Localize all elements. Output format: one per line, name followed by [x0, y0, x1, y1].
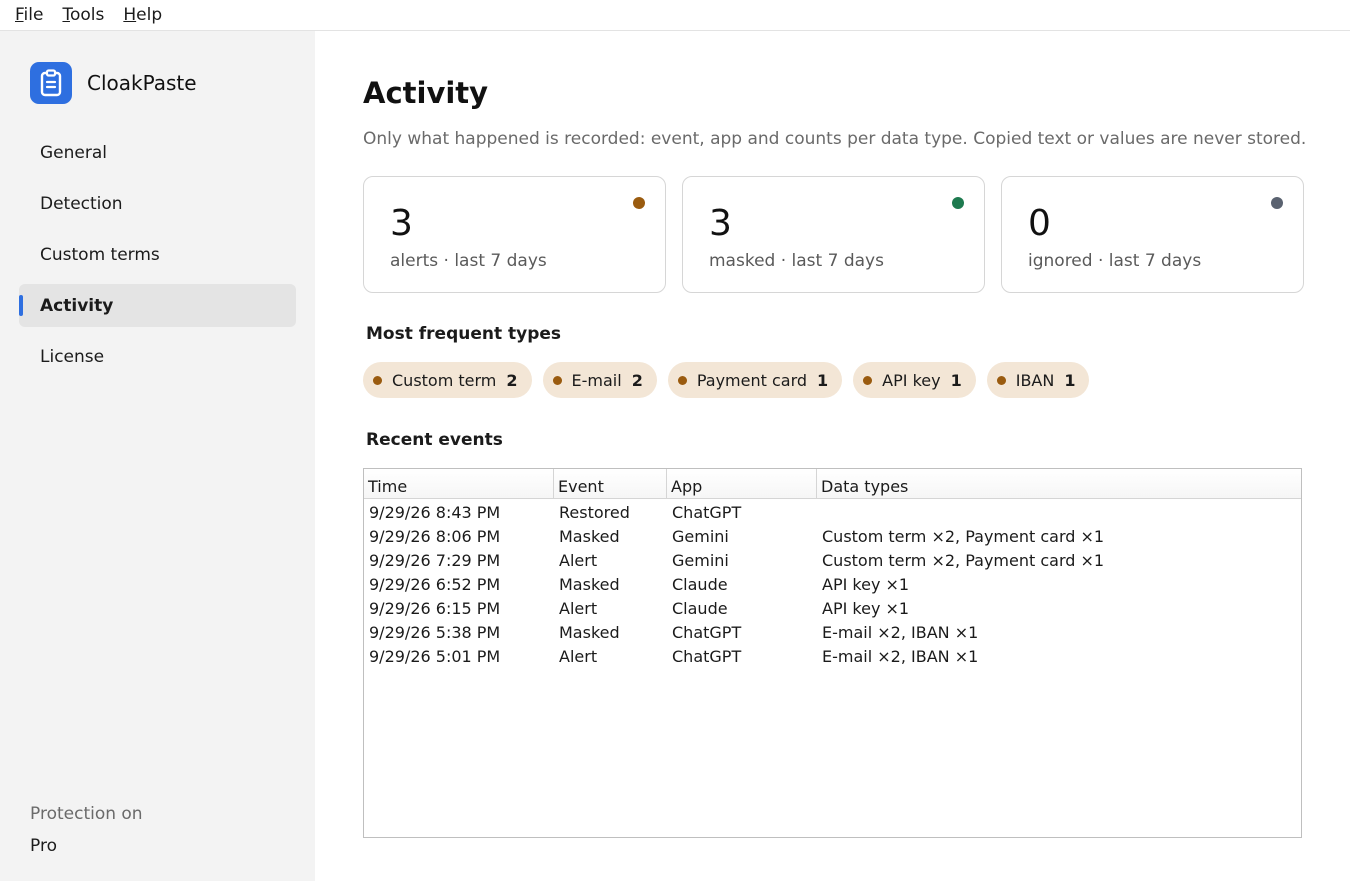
menu-bar: File Tools Help: [0, 0, 1350, 31]
page-title: Activity: [363, 76, 489, 110]
ignored-count: 0: [1028, 203, 1051, 244]
menu-help[interactable]: Help: [123, 5, 162, 25]
table-row[interactable]: 9/29/26 6:15 PM Alert Claude API key ×1: [364, 596, 1301, 620]
cell-app: Claude: [672, 574, 728, 594]
sidebar-item-general[interactable]: General: [19, 131, 296, 174]
chip-label: Payment card: [696, 370, 808, 390]
cell-app: ChatGPT: [672, 502, 742, 522]
table-row[interactable]: 9/29/26 6:52 PM Masked Claude API key ×1: [364, 572, 1301, 596]
ignored-card: 0 ignored · last 7 days: [1001, 176, 1304, 293]
sidebar-item-activity[interactable]: Activity: [19, 284, 296, 327]
chip-count: 1: [817, 370, 829, 390]
cell-data-types: Custom term ×2, Payment card ×1: [822, 526, 1105, 546]
cell-event: Alert: [559, 598, 598, 618]
brand: CloakPaste: [30, 62, 197, 104]
events-table[interactable]: Time Event App Data types 9/29/26 8:43 P…: [363, 468, 1302, 838]
cell-event: Masked: [559, 574, 620, 594]
chip-dot: [677, 375, 687, 385]
plan-label: Pro: [30, 836, 57, 856]
cell-event: Alert: [559, 550, 598, 570]
masked-count: 3: [709, 203, 732, 244]
table-row[interactable]: 9/29/26 5:01 PM Alert ChatGPT E-mail ×2, IB…: [364, 644, 1301, 668]
chip-count: 1: [950, 370, 962, 390]
cell-time: 9/29/26 5:01 PM: [369, 646, 501, 666]
chip-count: 2: [631, 370, 643, 390]
table-body: 9/29/26 8:43 PM Restored ChatGPT 9/29/26 8:…: [364, 499, 1301, 668]
column-header-time[interactable]: Time: [364, 469, 554, 498]
cell-app: Claude: [672, 598, 728, 618]
chip-custom-term[interactable]: Custom term 2: [363, 362, 532, 398]
chip-dot: [373, 375, 382, 385]
cell-time: 9/29/26 6:15 PM: [369, 598, 501, 618]
sidebar-footer: Protection on Pro: [30, 804, 143, 856]
column-header-data-types[interactable]: Data types: [817, 469, 1301, 498]
cell-event: Masked: [559, 526, 620, 546]
events-heading: Recent events: [366, 430, 503, 450]
menu-tools[interactable]: Tools: [62, 5, 104, 25]
table-header: Time Event App Data types: [364, 469, 1301, 499]
types-heading: Most frequent types: [366, 324, 562, 344]
cell-data-types: E-mail ×2, IBAN ×1: [822, 622, 979, 642]
chip-label: API key: [882, 370, 941, 390]
sidebar-item-detection[interactable]: Detection: [19, 182, 296, 225]
masked-card: 3 masked · last 7 days: [682, 176, 985, 293]
cell-time: 9/29/26 8:06 PM: [369, 526, 501, 546]
chip-email[interactable]: E-mail 2: [542, 362, 657, 398]
menu-file[interactable]: File: [15, 5, 43, 25]
cell-time: 9/29/26 5:38 PM: [369, 622, 501, 642]
sidebar: CloakPaste General Detection Custom term…: [0, 31, 315, 881]
chip-label: E-mail: [571, 370, 622, 390]
cell-time: 9/29/26 8:43 PM: [369, 502, 501, 522]
type-chips: Custom term 2 E-mail 2 Payment card 1 AP…: [363, 362, 1090, 398]
column-header-event[interactable]: Event: [554, 469, 667, 498]
masked-status-dot: [952, 197, 964, 209]
sidebar-item-license[interactable]: License: [19, 335, 296, 378]
summary-cards: 3 alerts · last 7 days 3 masked · last 7…: [363, 176, 1304, 293]
chip-label: Custom term: [392, 370, 497, 390]
chip-dot: [552, 375, 562, 385]
chip-api-key[interactable]: API key 1: [853, 362, 976, 398]
sidebar-item-custom-terms[interactable]: Custom terms: [19, 233, 296, 276]
chip-dot: [996, 375, 1006, 385]
protection-status: Protection on: [30, 804, 143, 824]
cell-time: 9/29/26 6:52 PM: [369, 574, 501, 594]
sidebar-nav: General Detection Custom terms Activity …: [19, 131, 296, 386]
table-row[interactable]: 9/29/26 8:43 PM Restored ChatGPT: [364, 500, 1301, 524]
cell-data-types: Custom term ×2, Payment card ×1: [822, 550, 1105, 570]
masked-label: masked · last 7 days: [709, 251, 884, 271]
page-subtitle: Only what happened is recorded: event, a…: [363, 129, 1307, 149]
cell-time: 9/29/26 7:29 PM: [369, 550, 501, 570]
alerts-card: 3 alerts · last 7 days: [363, 176, 666, 293]
ignored-label: ignored · last 7 days: [1028, 251, 1202, 271]
cell-app: ChatGPT: [672, 622, 742, 642]
clipboard-icon: [30, 62, 72, 104]
table-row[interactable]: 9/29/26 7:29 PM Alert Gemini Custom term ×2…: [364, 548, 1301, 572]
table-row[interactable]: 9/29/26 5:38 PM Masked ChatGPT E-mail ×2, I…: [364, 620, 1301, 644]
chip-iban[interactable]: IBAN 1: [986, 362, 1090, 398]
ignored-status-dot: [1271, 197, 1283, 209]
alerts-label: alerts · last 7 days: [390, 251, 547, 271]
column-header-app[interactable]: App: [667, 469, 817, 498]
cell-data-types: API key ×1: [822, 574, 910, 594]
chip-dot: [863, 375, 873, 385]
cell-data-types: API key ×1: [822, 598, 910, 618]
cell-app: Gemini: [672, 550, 729, 570]
chip-count: 1: [1064, 370, 1076, 390]
alerts-status-dot: [633, 197, 645, 209]
alerts-count: 3: [390, 203, 413, 244]
cell-app: ChatGPT: [672, 646, 742, 666]
cell-event: Alert: [559, 646, 598, 666]
chip-count: 2: [506, 370, 518, 390]
cell-app: Gemini: [672, 526, 729, 546]
table-row[interactable]: 9/29/26 8:06 PM Masked Gemini Custom term ×…: [364, 524, 1301, 548]
cell-event: Restored: [559, 502, 630, 522]
cell-data-types: E-mail ×2, IBAN ×1: [822, 646, 979, 666]
chip-label: IBAN: [1015, 370, 1055, 390]
chip-payment-card[interactable]: Payment card 1: [667, 362, 843, 398]
app-name: CloakPaste: [87, 71, 197, 95]
cell-event: Masked: [559, 622, 620, 642]
